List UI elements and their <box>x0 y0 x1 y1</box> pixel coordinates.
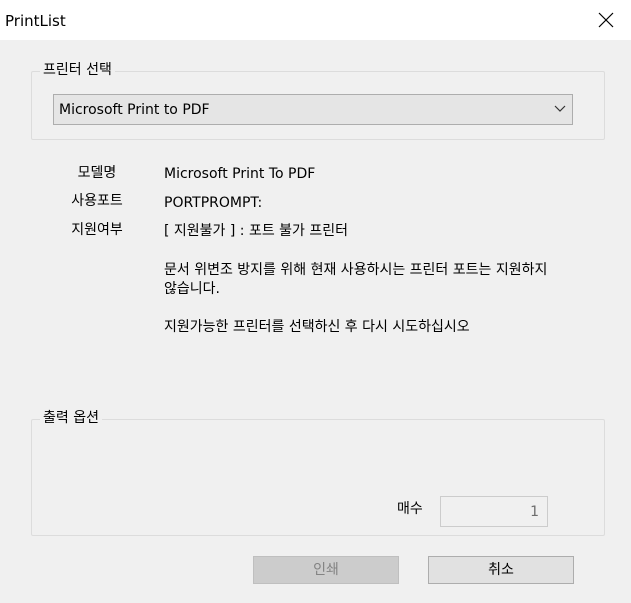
printer-select-legend: 프린터 선택 <box>40 61 115 79</box>
chevron-down-icon <box>554 105 566 112</box>
retry-message: 지원가능한 프린터를 선택하신 후 다시 시도하십시오 <box>164 319 470 335</box>
unsupported-message: 문서 위변조 방지를 위해 현재 사용하시는 프린터 포트는 지원하지 않습니다… <box>164 262 548 297</box>
printer-dropdown-value: Microsoft Print to PDF <box>59 102 210 118</box>
port-label: 사용포트 <box>71 193 123 209</box>
model-label: 모델명 <box>77 165 117 181</box>
support-label: 지원여부 <box>71 222 123 238</box>
support-value: [ 지원불가 ] : 포트 불가 프린터 <box>164 223 349 239</box>
output-options-legend: 출력 옵션 <box>40 409 102 427</box>
copies-label: 매수 <box>397 501 423 517</box>
title-bar: PrintList <box>0 0 631 40</box>
copies-input[interactable]: 1 <box>440 496 548 527</box>
printlist-dialog: PrintList 프린터 선택 Microsoft Print to PDF … <box>0 0 631 603</box>
close-icon <box>598 12 614 28</box>
port-value: PORTPROMPT: <box>164 195 263 211</box>
window-title: PrintList <box>5 12 66 30</box>
close-button[interactable] <box>581 0 631 40</box>
cancel-button[interactable]: 취소 <box>428 556 574 584</box>
print-button[interactable]: 인쇄 <box>253 556 399 584</box>
model-value: Microsoft Print To PDF <box>164 166 316 182</box>
printer-dropdown[interactable]: Microsoft Print to PDF <box>53 94 573 125</box>
